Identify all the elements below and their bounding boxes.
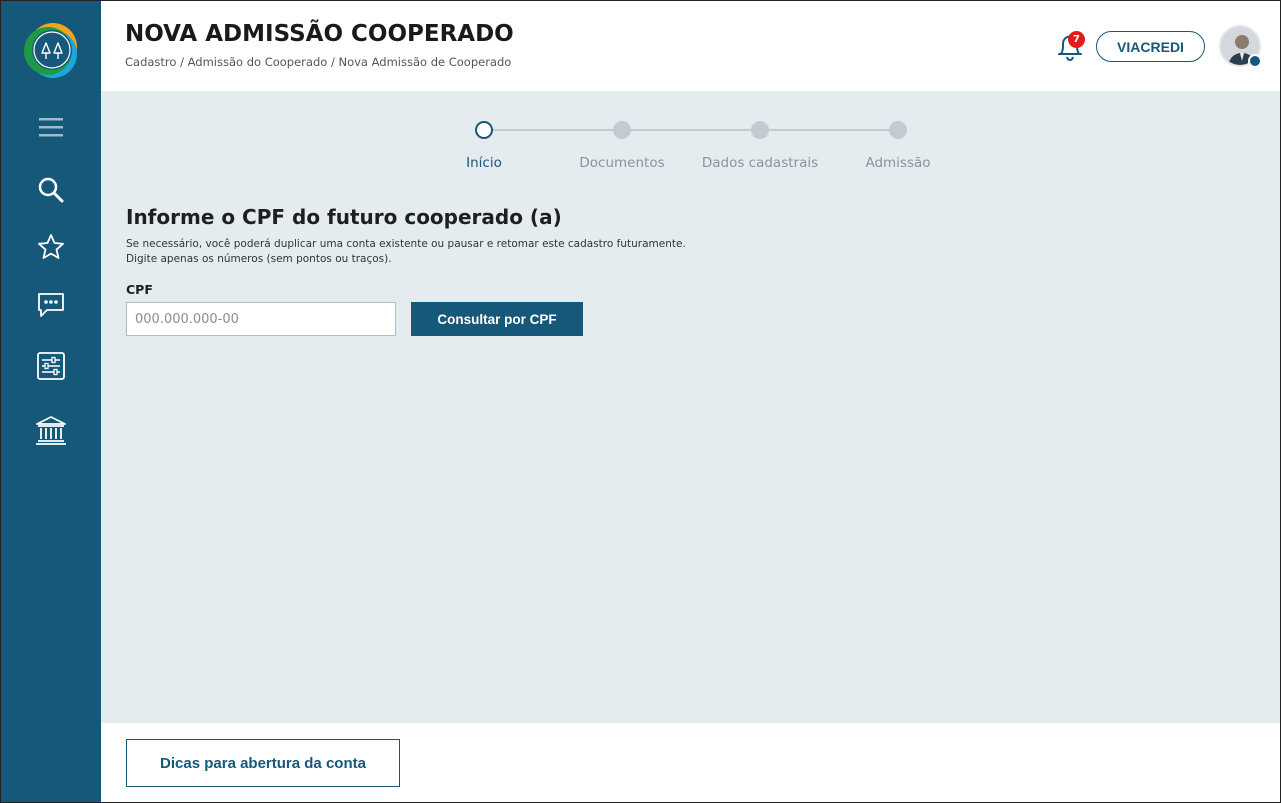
cpf-input[interactable]: [126, 302, 396, 336]
cpf-label: CPF: [126, 282, 153, 297]
cooperative-logo[interactable]: [20, 19, 82, 81]
main-content: Início Documentos Dados cadastrais Admis…: [101, 91, 1280, 723]
chat-icon[interactable]: [33, 287, 69, 323]
step-dot-dados-cadastrais: [751, 121, 769, 139]
menu-icon[interactable]: [33, 109, 69, 145]
form-title: Informe o CPF do futuro cooperado (a): [126, 205, 562, 229]
account-opening-tips-button[interactable]: Dicas para abertura da conta: [126, 739, 400, 787]
step-label-documentos: Documentos: [579, 155, 665, 171]
footer: Dicas para abertura da conta: [101, 723, 1280, 802]
breadcrumb[interactable]: Cadastro / Admissão do Cooperado / Nova …: [125, 55, 511, 69]
step-dot-admissao: [889, 121, 907, 139]
bank-icon[interactable]: [33, 412, 69, 448]
step-label-inicio: Início: [466, 155, 502, 171]
search-icon[interactable]: [33, 172, 69, 208]
star-icon[interactable]: [33, 229, 69, 265]
organization-button[interactable]: VIACREDI: [1096, 31, 1205, 62]
step-dot-documentos: [613, 121, 631, 139]
step-label-dados-cadastrais: Dados cadastrais: [701, 155, 819, 171]
page-title: NOVA ADMISSÃO COOPERADO: [125, 21, 514, 47]
stepper-track: [493, 129, 907, 131]
step-label-admissao: Admissão: [865, 155, 931, 171]
notification-count-badge: 7: [1068, 31, 1085, 48]
header: NOVA ADMISSÃO COOPERADO Cadastro / Admis…: [101, 1, 1280, 91]
step-dot-inicio: [475, 121, 493, 139]
settings-sliders-icon[interactable]: [33, 348, 69, 384]
help-text-line-1: Se necessário, você poderá duplicar uma …: [126, 238, 686, 250]
sidebar: [1, 1, 101, 802]
avatar-settings-icon: [1248, 54, 1262, 68]
consult-cpf-button[interactable]: Consultar por CPF: [411, 302, 583, 336]
help-text-line-2: Digite apenas os números (sem pontos ou …: [126, 253, 392, 265]
app-window: NOVA ADMISSÃO COOPERADO Cadastro / Admis…: [0, 0, 1281, 803]
